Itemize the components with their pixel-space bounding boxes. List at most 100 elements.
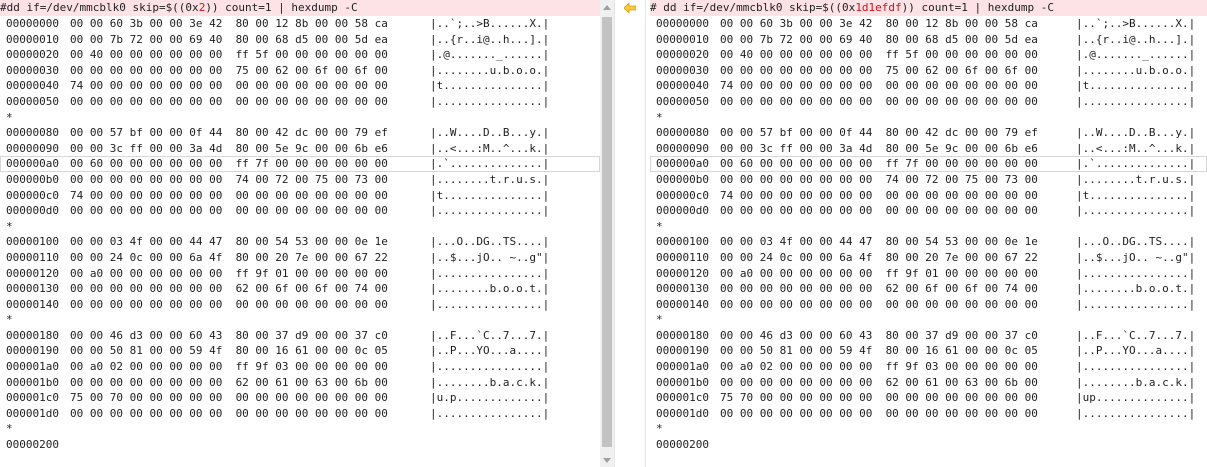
hexdump-row[interactable]: 00000120 00 a0 00 00 00 00 00 00 ff 9f 01… [650, 266, 1207, 282]
hexdump-row[interactable]: 000001d0 00 00 00 00 00 00 00 00 00 00 00… [650, 406, 1207, 422]
hexdump-row[interactable]: 000001c0 75 00 70 00 00 00 00 00 00 00 00… [0, 390, 600, 406]
hexdump-row[interactable]: 00000180 00 00 46 d3 00 00 60 43 80 00 37… [650, 328, 1207, 344]
hexdump-row[interactable]: 00000110 00 00 24 0c 00 00 6a 4f 80 00 20… [0, 250, 600, 266]
hexdump-row[interactable]: 000001c0 75 70 00 00 00 00 00 00 00 00 00… [650, 390, 1207, 406]
hexdump-row[interactable]: 000000b0 00 00 00 00 00 00 00 00 74 00 72… [650, 172, 1207, 188]
hexdump-row[interactable]: 000001a0 00 a0 02 00 00 00 00 00 ff 9f 03… [650, 359, 1207, 375]
hexdump-row[interactable]: 00000110 00 00 24 0c 00 00 6a 4f 80 00 20… [650, 250, 1207, 266]
hexdump-row[interactable]: 000001b0 00 00 00 00 00 00 00 00 62 00 61… [0, 375, 600, 391]
hexdump-row[interactable]: 00000100 00 00 03 4f 00 00 44 47 80 00 54… [0, 234, 600, 250]
hexdump-row[interactable]: 00000050 00 00 00 00 00 00 00 00 00 00 00… [0, 94, 600, 110]
row-ascii: |..`;..>B......X.| [430, 17, 550, 30]
row-ascii: |................| [1076, 204, 1196, 218]
hexdump-row[interactable]: * [0, 312, 600, 328]
row-ascii: |..$...jO.. ~..g"| [1076, 250, 1196, 264]
row-offset: * [656, 110, 663, 124]
hexdump-row[interactable]: 00000040 74 00 00 00 00 00 00 00 00 00 00… [0, 78, 600, 94]
hexdump-row[interactable]: 00000140 00 00 00 00 00 00 00 00 00 00 00… [650, 297, 1207, 313]
row-ascii: |..P...YO...a....| [430, 344, 550, 358]
row-hex-bytes: 74 00 00 00 00 00 00 00 00 00 00 00 00 0… [70, 79, 388, 93]
row-offset: 00000140 [6, 297, 59, 311]
hexdump-row[interactable]: 000000d0 00 00 00 00 00 00 00 00 00 00 00… [650, 203, 1207, 219]
row-offset: 000000a0 [656, 157, 709, 171]
hexdump-row[interactable]: 00000100 00 00 03 4f 00 00 44 47 80 00 54… [650, 234, 1207, 250]
row-ascii: |..{r..i@..h...].| [430, 32, 550, 46]
hexdump-row[interactable]: 000001b0 00 00 00 00 00 00 00 00 62 00 61… [650, 375, 1207, 391]
hexdump-row[interactable]: 00000190 00 00 50 81 00 00 59 4f 80 00 16… [0, 343, 600, 359]
row-ascii: |................| [1076, 266, 1196, 280]
hexdump-row[interactable]: 00000140 00 00 00 00 00 00 00 00 00 00 00… [0, 297, 600, 313]
arrow-left-icon[interactable] [623, 2, 637, 16]
row-offset: 00000020 [6, 48, 59, 62]
row-ascii: |.@......._......| [430, 48, 550, 62]
hexdump-row[interactable]: * [650, 110, 1207, 126]
hexdump-row[interactable]: 00000080 00 00 57 bf 00 00 0f 44 80 00 42… [650, 125, 1207, 141]
hexdump-row[interactable]: 00000030 00 00 00 00 00 00 00 00 75 00 62… [0, 63, 600, 79]
hexdump-row[interactable]: 000000a0 00 60 00 00 00 00 00 00 ff 7f 00… [650, 156, 1207, 172]
left-command-part: #dd if=/dev/mmcblk0 skip=$((0x [0, 1, 199, 14]
row-offset: 00000080 [656, 126, 709, 140]
right-command-part: 1d1efdf [855, 1, 902, 14]
row-hex-bytes: 00 00 00 00 00 00 00 00 00 00 00 00 00 0… [70, 204, 388, 218]
hexdump-row[interactable]: 00000200 [650, 437, 1207, 453]
hexdump-row[interactable]: * [0, 219, 600, 235]
row-offset: 000001c0 [656, 391, 709, 405]
hexdump-row[interactable]: 00000120 00 a0 00 00 00 00 00 00 ff 9f 01… [0, 266, 600, 282]
row-offset: 00000020 [656, 48, 709, 62]
hexdump-row[interactable]: 00000020 00 40 00 00 00 00 00 00 ff 5f 00… [0, 47, 600, 63]
hexdump-row[interactable]: 00000180 00 00 46 d3 00 00 60 43 80 00 37… [0, 328, 600, 344]
row-offset: 00000000 [6, 17, 59, 30]
row-ascii: |................| [430, 94, 550, 108]
hexdump-row[interactable]: 00000080 00 00 57 bf 00 00 0f 44 80 00 42… [0, 125, 600, 141]
hexdump-row[interactable]: 00000200 [0, 437, 600, 453]
hexdump-row[interactable]: 000000c0 74 00 00 00 00 00 00 00 00 00 00… [0, 188, 600, 204]
hexdump-row[interactable]: * [0, 110, 600, 126]
row-ascii: |..F...`C..7...7.| [1076, 328, 1196, 342]
row-offset: 00000010 [656, 32, 709, 46]
row-hex-bytes: 00 00 7b 72 00 00 69 40 80 00 68 d5 00 0… [720, 32, 1038, 46]
hexdump-row[interactable]: * [650, 219, 1207, 235]
hexdump-row[interactable]: 00000040 74 00 00 00 00 00 00 00 00 00 00… [650, 78, 1207, 94]
row-ascii: |................| [430, 360, 550, 374]
hexdump-row[interactable]: * [650, 421, 1207, 437]
hexdump-row[interactable]: 000001a0 00 a0 02 00 00 00 00 00 ff 9f 03… [0, 359, 600, 375]
hexdump-row[interactable]: 000001d0 00 00 00 00 00 00 00 00 00 00 00… [0, 406, 600, 422]
hexdump-row[interactable]: * [650, 312, 1207, 328]
row-hex-bytes: 00 00 60 3b 00 00 3e 42 80 00 12 8b 00 0… [720, 17, 1038, 30]
row-offset: * [6, 422, 13, 436]
row-ascii: |up..............| [1076, 391, 1196, 405]
row-ascii: |........u.b.o.o.| [430, 63, 550, 77]
row-ascii: |.`..............| [430, 157, 550, 171]
hexdump-row[interactable]: 000000d0 00 00 00 00 00 00 00 00 00 00 00… [0, 203, 600, 219]
row-ascii: |................| [1076, 94, 1196, 108]
chevron-up-icon[interactable] [600, 0, 614, 14]
row-hex-bytes: 00 00 46 d3 00 00 60 43 80 00 37 d9 00 0… [70, 328, 388, 342]
hexdump-row[interactable]: 00000010 00 00 7b 72 00 00 69 40 80 00 68… [0, 32, 600, 48]
row-hex-bytes: 00 a0 00 00 00 00 00 00 ff 9f 01 00 00 0… [720, 266, 1038, 280]
left-diff-pane[interactable]: #dd if=/dev/mmcblk0 skip=$((0x2)) count=… [0, 0, 600, 467]
row-hex-bytes: 00 00 00 00 00 00 00 00 00 00 00 00 00 0… [720, 297, 1038, 311]
hexdump-row[interactable]: 00000090 00 00 3c ff 00 00 3a 4d 80 00 5e… [650, 141, 1207, 157]
hexdump-row[interactable]: 00000010 00 00 7b 72 00 00 69 40 80 00 68… [650, 32, 1207, 48]
scrollbar-thumb[interactable] [602, 17, 612, 447]
hexdump-row[interactable]: 00000020 00 40 00 00 00 00 00 00 ff 5f 00… [650, 47, 1207, 63]
row-ascii: |..{r..i@..h...].| [1076, 32, 1196, 46]
hexdump-row[interactable]: 00000050 00 00 00 00 00 00 00 00 00 00 00… [650, 94, 1207, 110]
hexdump-row[interactable]: 00000090 00 00 3c ff 00 00 3a 4d 80 00 5e… [0, 141, 600, 157]
hexdump-row[interactable]: 000000a0 00 60 00 00 00 00 00 00 ff 7f 00… [0, 156, 600, 172]
hexdump-row[interactable]: 000000c0 74 00 00 00 00 00 00 00 00 00 00… [650, 188, 1207, 204]
row-offset: 00000180 [656, 328, 709, 342]
vertical-scrollbar[interactable] [600, 0, 614, 467]
chevron-down-icon[interactable] [600, 453, 614, 467]
row-ascii: |........b.o.o.t.| [430, 282, 550, 296]
hexdump-row[interactable]: 00000130 00 00 00 00 00 00 00 00 62 00 6f… [0, 281, 600, 297]
row-offset: * [656, 422, 663, 436]
hexdump-row[interactable]: 000000b0 00 00 00 00 00 00 00 00 74 00 72… [0, 172, 600, 188]
hexdump-row[interactable]: 00000030 00 00 00 00 00 00 00 00 75 00 62… [650, 63, 1207, 79]
hexdump-row[interactable]: 00000190 00 00 50 81 00 00 59 4f 80 00 16… [650, 343, 1207, 359]
right-diff-pane[interactable]: # dd if=/dev/mmcblk0 skip=$((0x1d1efdf))… [650, 0, 1207, 467]
hexdump-row[interactable]: * [0, 421, 600, 437]
hexdump-row[interactable]: 00000000 00 00 60 3b 00 00 3e 42 80 00 12… [0, 16, 600, 32]
hexdump-row[interactable]: 00000000 00 00 60 3b 00 00 3e 42 80 00 12… [650, 16, 1207, 32]
hexdump-row[interactable]: 00000130 00 00 00 00 00 00 00 00 62 00 6f… [650, 281, 1207, 297]
